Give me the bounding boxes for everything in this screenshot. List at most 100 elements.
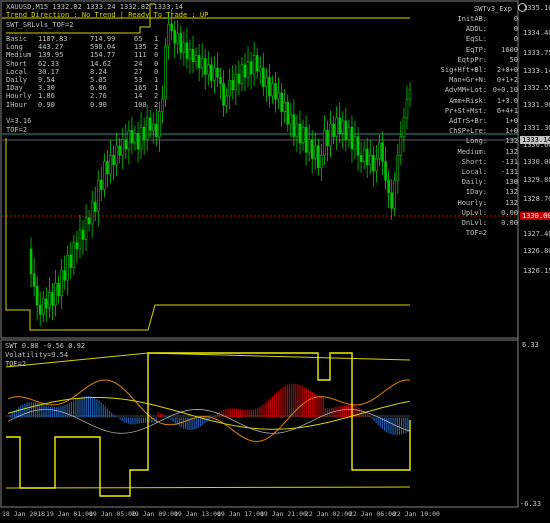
candle-body — [161, 98, 164, 112]
trend-direction-text: Trend Direction : No Trend | Ready To Tr… — [6, 11, 209, 19]
ea-info-value: 0.00 — [501, 219, 518, 227]
candle-body — [390, 192, 393, 209]
candle-body — [182, 42, 186, 53]
candle-body — [194, 55, 198, 62]
candle-body — [145, 117, 149, 140]
lower-level-line — [5, 138, 410, 331]
ea-info-key: IDay: — [465, 188, 487, 197]
candle-body — [133, 133, 137, 144]
red-level-label: 1330.00 — [520, 212, 550, 220]
candle-body — [320, 154, 323, 169]
price-tick-label: 1333.75 — [523, 49, 550, 57]
stats-cell-c3: 24 — [134, 59, 143, 68]
candle-body — [158, 111, 161, 137]
ea-info-key: Local: — [461, 168, 487, 176]
candle-body — [176, 33, 180, 44]
candle-body — [210, 64, 213, 81]
ea-info-key: Hourly: — [457, 198, 487, 207]
stats-cell-c4: 1 — [154, 35, 159, 43]
candle-body — [118, 145, 121, 156]
stats-cell-c2: 2.76 — [90, 92, 107, 101]
candle-body — [402, 117, 406, 137]
candle-body — [41, 298, 45, 315]
symbol-header: XAUUSD,M15 1332.82 1333.24 1332.82 1333.… — [6, 3, 184, 11]
candle-body — [280, 92, 283, 112]
ea-info-value: 1+0 — [505, 117, 518, 125]
stats-cell-c1: 443.27 — [38, 43, 64, 52]
stats-cell-c1: 3.30 — [38, 84, 55, 93]
stats-cell-c2: 598.04 — [90, 43, 116, 52]
stats-cell-c1: 62.33 — [38, 59, 60, 68]
price-tick-label: 1328.70 — [523, 195, 550, 203]
ea-info-value: 6+4+1 — [496, 106, 518, 115]
ea-info-key: TOF=2 — [465, 229, 487, 238]
candle-body — [121, 139, 125, 156]
candle-body — [365, 148, 369, 165]
time-tick-label: 18 Jan 2018 — [2, 510, 46, 518]
v-value: V=3.16 — [6, 117, 32, 125]
sub-tof-text: TOF=2 — [5, 360, 27, 368]
candle-body — [338, 117, 342, 134]
candle-body — [237, 73, 241, 84]
time-tick-label: 19 Jan 01:00 — [46, 510, 93, 518]
ea-info-value: 132 — [505, 137, 518, 146]
candle-body — [45, 298, 48, 309]
ea-info-value: 132 — [505, 198, 518, 207]
stats-cell-c4: 1 — [154, 84, 159, 93]
stats-cell-name: Daily — [6, 76, 28, 84]
candle-body — [54, 282, 57, 306]
candle-body — [48, 292, 51, 309]
candle-body — [255, 55, 259, 72]
candle-body — [103, 161, 106, 190]
stats-cell-c2: 154.77 — [90, 51, 116, 60]
candle-body — [362, 148, 366, 162]
stats-cell-c3: 14 — [134, 92, 143, 101]
indicator-panel-title: SWT_SRLvls_TOF=2 — [6, 21, 74, 29]
candle-body — [249, 61, 253, 75]
stats-cell-name: Long — [6, 43, 23, 52]
ea-info-value: 0.00 — [501, 208, 518, 217]
time-tick-label: 19 Jan 17:00 — [217, 510, 264, 518]
stats-cell-c1: 139.95 — [38, 51, 64, 60]
expert-advisor-label[interactable]: SWTv3_Exp — [474, 3, 528, 13]
candle-body — [268, 76, 271, 97]
candle-body — [93, 201, 97, 212]
candle-body — [155, 123, 158, 137]
stats-cell-name: IHour — [6, 100, 28, 109]
stats-cell-c3: 65 — [134, 35, 143, 43]
candle-body — [81, 229, 85, 240]
price-tick-label: 1331.30 — [523, 124, 550, 132]
candle-body — [356, 136, 360, 156]
ea-info-value: 132 — [505, 188, 518, 197]
ea-info-key: AdTrS+Br: — [449, 117, 487, 125]
stats-cell-name: IDay — [6, 84, 23, 93]
stats-cell-c1: 1107.83 — [38, 35, 68, 43]
price-tick-label: 1335.10 — [523, 4, 550, 12]
candle-body — [381, 142, 384, 162]
candle-body — [347, 126, 351, 140]
candle-body — [329, 123, 332, 147]
candle-body — [375, 158, 378, 172]
candle-body — [203, 58, 207, 75]
candle-body — [298, 123, 302, 144]
candle-body — [359, 154, 363, 162]
expert-name: SWTv3_Exp — [474, 5, 512, 13]
price-tick-label: 1333.14 — [523, 67, 550, 75]
stats-cell-name: Medium — [6, 51, 32, 60]
candle-body — [170, 23, 173, 31]
candle-body — [84, 217, 88, 240]
candle-body — [323, 130, 326, 156]
time-tick-label: 19 Jan 05:00 — [89, 510, 136, 518]
candle-body — [228, 80, 231, 97]
candle-body — [148, 117, 152, 131]
candle-body — [142, 126, 146, 140]
candle-body — [252, 55, 256, 75]
candle-body — [301, 126, 305, 144]
ea-info-key: ADDL: — [465, 25, 487, 34]
candle-body — [38, 304, 42, 315]
stats-cell-c4: 2 — [154, 43, 159, 52]
time-tick-label: 22 Jan 02:00 — [305, 510, 352, 518]
candle-body — [286, 101, 290, 125]
candle-body — [368, 154, 372, 165]
ea-info-value: 2+0+0 — [496, 66, 518, 74]
